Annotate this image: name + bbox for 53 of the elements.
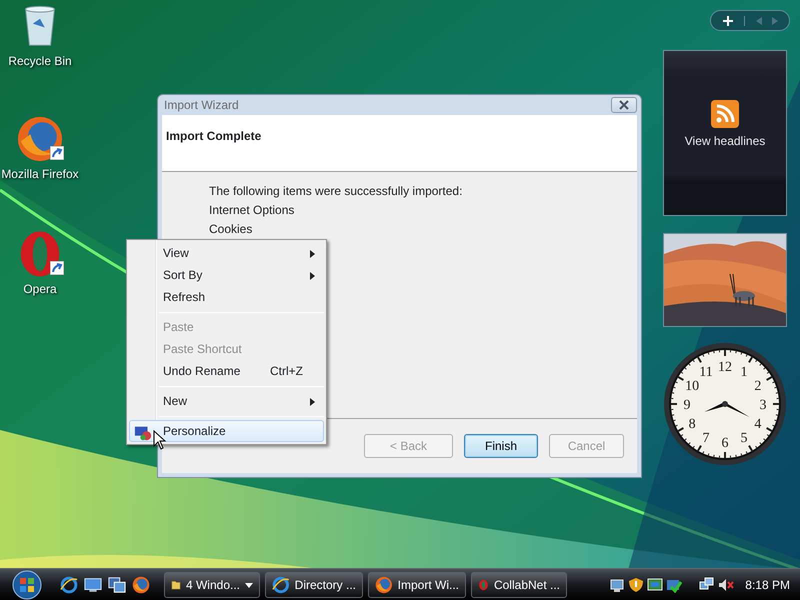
message-text: The following items were successfully imported: [209, 183, 464, 200]
feed-link[interactable]: View headlines [684, 132, 766, 150]
clock-numeral: 8 [688, 417, 696, 432]
globe-icon [16, 115, 64, 163]
rss-icon [711, 100, 739, 128]
dialog-button[interactable]: Finish [464, 434, 538, 458]
taskbar-button[interactable]: Directory ... [265, 572, 363, 598]
shortcut-label: Ctrl+Z [270, 363, 303, 380]
clock-numeral: 5 [740, 430, 748, 446]
globe-icon[interactable] [132, 576, 150, 594]
taskbar-button[interactable]: 4 Windo... [164, 572, 260, 598]
menu-item[interactable]: Personalize [129, 420, 324, 442]
clock-numeral: 12 [718, 360, 732, 375]
menu-item[interactable]: New [129, 390, 324, 412]
window-title: Import Wizard [163, 97, 239, 114]
page-heading: Import Complete [166, 128, 262, 145]
desktop-icon-label[interactable]: Recycle Bin [8, 52, 72, 70]
taskbar-button[interactable]: Import Wi... [368, 572, 466, 598]
volume-muted-icon[interactable] [718, 577, 734, 594]
checkmark-icon[interactable] [666, 577, 682, 594]
clock-time[interactable]: 8:18 PM [745, 576, 790, 594]
clock-numeral: 2 [754, 379, 762, 394]
menu-item[interactable]: Refresh [129, 286, 324, 308]
imported-item: Cookies [209, 221, 254, 238]
globe-icon [375, 576, 393, 594]
desktop-icon-label[interactable]: Opera [23, 280, 57, 298]
imported-item: Internet Options [209, 202, 296, 219]
taskbar-button[interactable]: CollabNet ... [471, 572, 567, 598]
windows-stack-icon[interactable] [108, 576, 126, 594]
add-gadget-icon[interactable] [722, 16, 732, 26]
clock-numeral: 1 [740, 365, 748, 380]
clock-numeral: 10 [685, 379, 700, 394]
display-settings-icon [134, 424, 152, 442]
clock-numeral: 4 [754, 417, 762, 432]
close-button[interactable] [611, 97, 637, 113]
clock-numeral: 11 [699, 365, 713, 380]
mouse-pointer-icon [153, 430, 166, 450]
globe-icon[interactable] [60, 576, 78, 594]
clock-numeral: 9 [684, 398, 690, 413]
close-icon [618, 100, 630, 110]
menu-item[interactable]: Undo Rename Ctrl+Z [129, 360, 324, 382]
clock-numeral: 7 [702, 430, 710, 446]
menu-item[interactable]: Sort By [129, 264, 324, 286]
monitor-icon[interactable] [84, 576, 102, 594]
menu-item[interactable]: View [129, 242, 324, 264]
clock-numeral: 3 [760, 398, 766, 413]
desktop-icon-label[interactable]: Mozilla Firefox [1, 165, 79, 183]
monitor-icon[interactable] [647, 577, 664, 594]
clock-numeral: 6 [722, 436, 728, 451]
shield-icon[interactable] [628, 577, 644, 594]
clock-hands [704, 401, 750, 418]
computer-icon[interactable] [609, 577, 626, 594]
globe-icon [272, 576, 290, 594]
